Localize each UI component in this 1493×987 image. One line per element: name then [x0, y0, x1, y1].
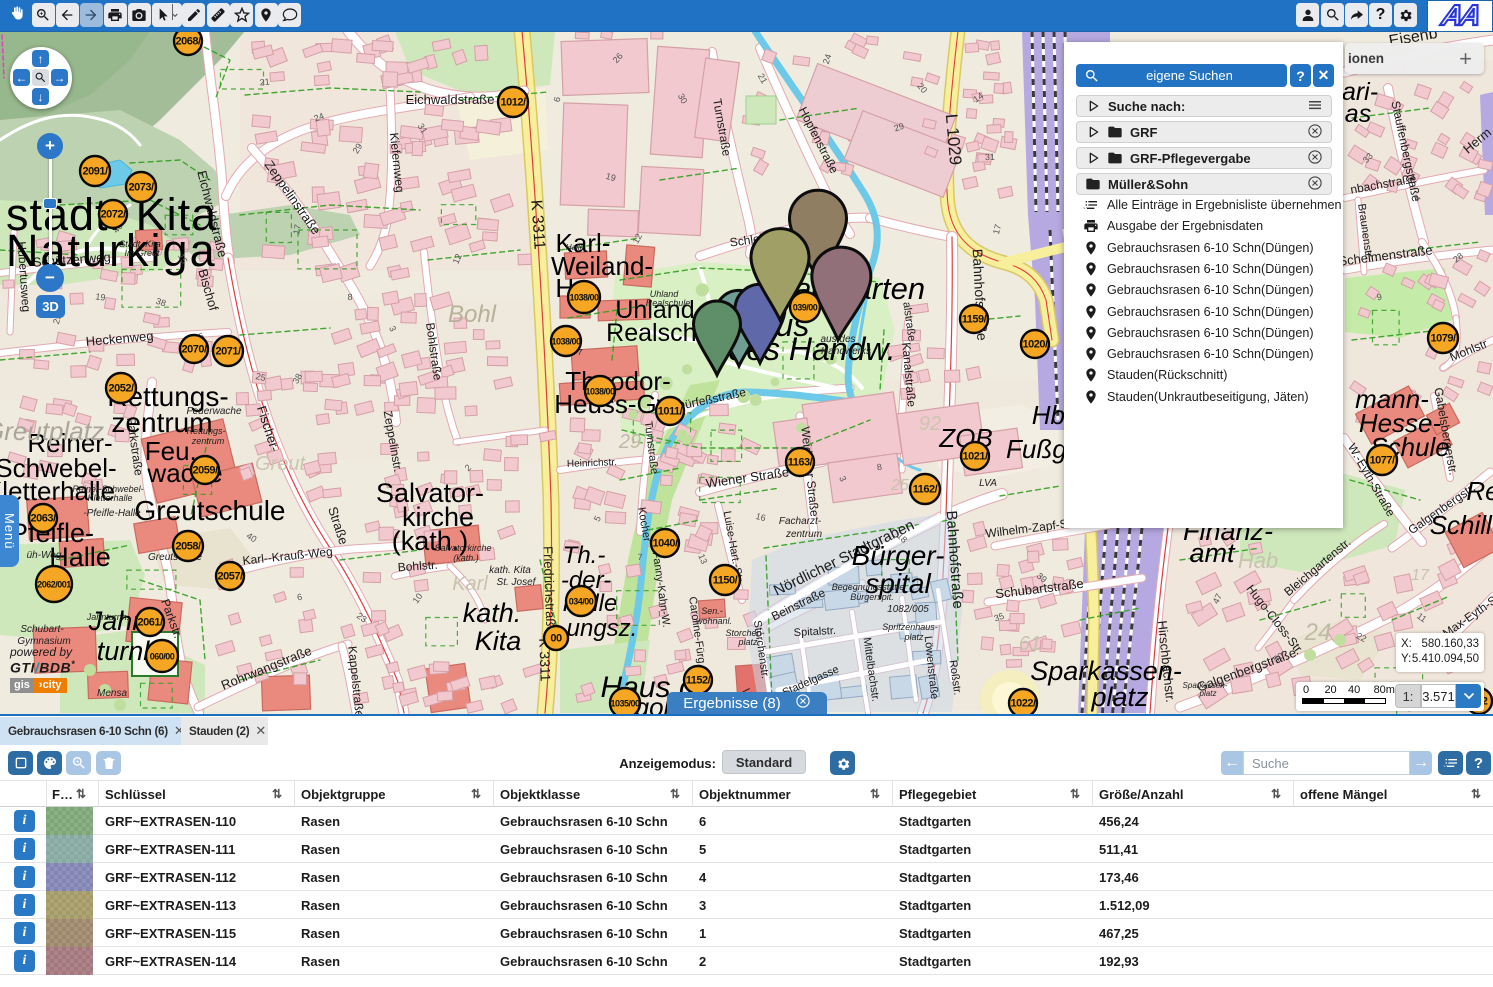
svg-text:1022/: 1022/ [1010, 698, 1035, 710]
svg-text:1021/: 1021/ [962, 451, 987, 463]
svg-text:zentrum: zentrum [191, 436, 225, 446]
svg-text:-Pfeifle-Halle: -Pfeifle-Halle [83, 508, 141, 519]
svg-text:Facharzt-: Facharzt- [779, 516, 822, 527]
svg-text:Heinrichstr.: Heinrichstr. [567, 457, 617, 470]
svg-text:1163/: 1163/ [788, 457, 813, 469]
svg-text:1152/: 1152/ [686, 675, 711, 687]
svg-text:(kath.): (kath.) [453, 553, 479, 563]
svg-text:Bürgerspit.: Bürgerspit. [850, 592, 894, 602]
svg-text:2073/: 2073/ [128, 182, 153, 194]
svg-text:Schubart-: Schubart- [20, 624, 64, 635]
svg-text:2068/: 2068/ [175, 36, 200, 48]
svg-text:Friedrichstraße: Friedrichstraße [540, 546, 558, 634]
svg-text:1150/: 1150/ [713, 575, 738, 587]
svg-text:034/00: 034/00 [569, 597, 594, 607]
svg-text:ungsz.: ungsz. [567, 615, 638, 642]
svg-text:Greutschule: Greutschule [135, 495, 286, 526]
svg-text:Th.-: Th.- [563, 542, 606, 569]
svg-text:Begegnungsstätte: Begegnungsstätte [832, 582, 905, 592]
svg-text:2059/: 2059/ [192, 465, 217, 477]
svg-text:2091/: 2091/ [82, 166, 107, 178]
svg-text:Spitalstr.: Spitalstr. [793, 625, 836, 639]
svg-text:as: as [1345, 100, 1371, 128]
svg-text:8: 8 [347, 292, 352, 302]
svg-text:2052/: 2052/ [108, 383, 133, 395]
svg-text:Karl: Karl [452, 573, 488, 595]
svg-text:zentrum: zentrum [785, 529, 822, 540]
svg-text:19: 19 [95, 291, 106, 302]
svg-text:2072/: 2072/ [100, 209, 125, 221]
svg-text:1082/005: 1082/005 [887, 604, 929, 615]
svg-text:2061/: 2061/ [137, 617, 162, 629]
svg-text:21: 21 [259, 77, 270, 88]
svg-text:92: 92 [919, 413, 941, 435]
svg-text:K 3311: K 3311 [527, 199, 547, 250]
svg-text:Halle: Halle [566, 243, 585, 252]
svg-text:Rettungs-: Rettungs- [186, 426, 225, 436]
svg-text:wohnanl.: wohnanl. [696, 616, 732, 626]
svg-text:kath.: kath. [463, 598, 522, 628]
svg-text:1038/00: 1038/00 [569, 293, 599, 303]
svg-text:Sen.-: Sen.- [701, 606, 723, 616]
svg-text:29: 29 [618, 431, 641, 453]
svg-text:1040/: 1040/ [652, 538, 677, 550]
svg-text:1079/: 1079/ [1430, 333, 1455, 345]
svg-text:Greut: Greut [255, 453, 306, 475]
svg-text:LVA: LVA [979, 478, 997, 489]
svg-text:Schille: Schille [1430, 510, 1493, 540]
svg-text:Realschule: Realschule [646, 298, 691, 308]
svg-text:2063/: 2063/ [30, 513, 55, 525]
svg-text:kath. Kita: kath. Kita [489, 565, 531, 576]
svg-text:7: 7 [637, 552, 642, 562]
svg-text:17: 17 [291, 224, 303, 236]
svg-text:Naturkiga: Naturkiga [6, 225, 217, 276]
svg-text:Re: Re [1466, 476, 1493, 506]
svg-text:Jahnturnh.: Jahnturnh. [86, 612, 130, 622]
svg-text:Bohlstr.: Bohlstr. [397, 558, 438, 575]
svg-text:31: 31 [985, 152, 995, 162]
svg-text:1011/: 1011/ [658, 406, 683, 418]
svg-text:1020/: 1020/ [1022, 339, 1047, 351]
svg-text:platz: platz [1090, 682, 1149, 712]
svg-text:üh-Weg: üh-Weg [27, 550, 62, 561]
svg-text:2062/001: 2062/001 [37, 580, 71, 590]
svg-text:1159/: 1159/ [962, 314, 987, 326]
svg-text:1035/00: 1035/00 [610, 699, 640, 709]
svg-text:060/00: 060/00 [150, 652, 175, 662]
svg-text:Bohl: Bohl [448, 301, 497, 328]
svg-text:1038/00: 1038/00 [585, 387, 615, 397]
svg-text:1012/: 1012/ [500, 97, 525, 109]
svg-text:Im Greut: Im Greut [124, 248, 160, 258]
svg-text:Hab: Hab [1238, 548, 1278, 573]
svg-text:1038/00: 1038/00 [551, 337, 581, 347]
svg-text:Bürger-: Bürger- [852, 540, 945, 571]
svg-text:amt: amt [1189, 538, 1236, 568]
svg-text:2071/: 2071/ [215, 346, 240, 358]
svg-text:2058/: 2058/ [175, 541, 200, 553]
svg-text:25: 25 [890, 477, 909, 494]
svg-text:Salvatorkirche: Salvatorkirche [434, 543, 491, 553]
svg-text:St. Josef: St. Josef [497, 577, 537, 588]
svg-text:platz: platz [1199, 689, 1217, 698]
svg-text:Handwerks: Handwerks [821, 346, 871, 357]
svg-text:2070/: 2070/ [181, 344, 206, 356]
svg-text:61: 61 [1019, 633, 1041, 655]
svg-text:25: 25 [255, 371, 267, 383]
svg-text:Kletterhalle: Kletterhalle [87, 493, 132, 503]
svg-text:platz: platz [737, 637, 758, 647]
svg-text:00: 00 [550, 633, 562, 645]
svg-text:1162/: 1162/ [913, 484, 938, 496]
svg-text:platz: platz [903, 632, 924, 642]
svg-text:Kita: Kita [475, 626, 522, 656]
svg-text:24: 24 [1304, 619, 1332, 646]
svg-text:1077/: 1077/ [1369, 455, 1394, 467]
svg-text:Spritzenhaus-: Spritzenhaus- [882, 622, 938, 632]
svg-text:2057/: 2057/ [217, 571, 242, 583]
svg-text:Feuerwache: Feuerwache [186, 406, 241, 417]
svg-text:Eichwaldstraße: Eichwaldstraße [406, 92, 495, 107]
svg-text:039/00: 039/00 [793, 303, 818, 313]
svg-text:Greutplatz: Greutplatz [0, 416, 104, 446]
svg-text:17: 17 [1411, 567, 1430, 584]
